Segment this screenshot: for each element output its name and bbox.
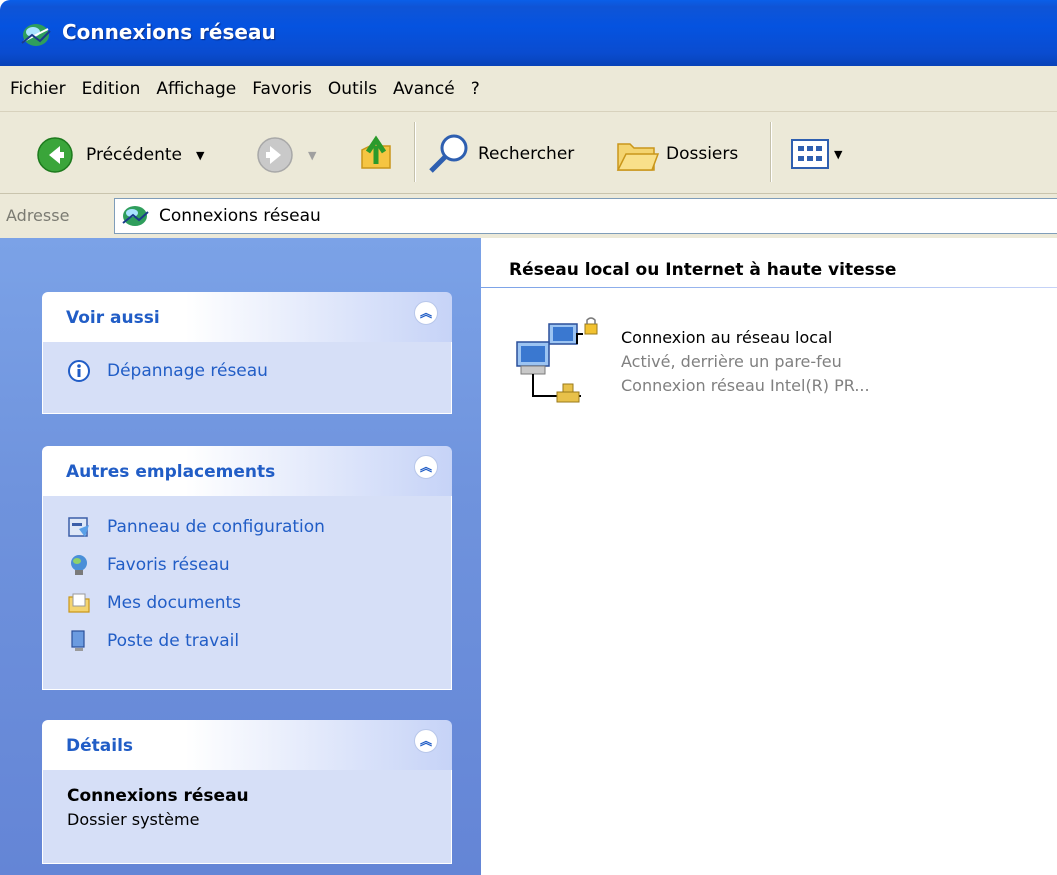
group-divider — [481, 287, 1057, 288]
see-also-header[interactable]: Voir aussi ︽ — [42, 292, 452, 342]
details-panel: Détails ︽ Connexions réseau Dossier syst… — [42, 720, 452, 864]
back-button[interactable]: Précédente ▼ — [36, 136, 204, 174]
group-header: Réseau local ou Internet à haute vitesse — [509, 260, 897, 280]
see-also-panel: Voir aussi ︽ Dépannage réseau — [42, 292, 452, 414]
link-label: Dépannage réseau — [107, 361, 268, 381]
link-my-computer[interactable]: Poste de travail — [43, 622, 451, 660]
forward-button[interactable]: ▼ — [256, 136, 316, 174]
toolbar-separator — [770, 122, 772, 182]
folders-button[interactable]: Dossiers — [614, 134, 738, 174]
address-label: Adresse — [6, 206, 70, 225]
menu-edition[interactable]: Edition — [74, 79, 149, 99]
folders-label: Dossiers — [666, 144, 739, 164]
connection-item[interactable]: Connexion au réseau local Activé, derriè… — [511, 316, 1011, 426]
main-content: Réseau local ou Internet à haute vitesse… — [481, 238, 1057, 875]
views-dropdown-icon[interactable]: ▼ — [834, 148, 842, 161]
search-label: Rechercher — [478, 144, 575, 164]
up-folder-icon — [361, 135, 391, 169]
menu-fichier[interactable]: Fichier — [0, 79, 74, 99]
link-my-documents[interactable]: Mes documents — [43, 584, 451, 622]
views-button[interactable]: ▼ — [790, 138, 842, 170]
window-title: Connexions réseau — [62, 20, 276, 44]
menu-favoris[interactable]: Favoris — [244, 79, 320, 99]
menu-affichage[interactable]: Affichage — [148, 79, 244, 99]
menu-avance[interactable]: Avancé — [385, 79, 463, 99]
my-documents-icon — [68, 593, 90, 613]
forward-dropdown-icon[interactable]: ▼ — [308, 149, 316, 162]
search-icon — [429, 134, 468, 173]
info-icon — [68, 360, 90, 382]
link-network-troubleshooter[interactable]: Dépannage réseau — [43, 352, 451, 390]
connection-status: Activé, derrière un pare-feu — [621, 352, 842, 371]
toolbar-separator — [414, 122, 416, 182]
menu-bar: Fichier Edition Affichage Favoris Outils… — [0, 66, 1057, 112]
collapse-icon[interactable]: ︽ — [414, 455, 438, 479]
back-dropdown-icon[interactable]: ▼ — [196, 149, 204, 162]
back-arrow-icon — [37, 137, 73, 173]
link-label: Favoris réseau — [107, 555, 230, 575]
back-label: Précédente — [86, 145, 182, 165]
link-label: Panneau de configuration — [107, 517, 325, 537]
control-panel-icon — [68, 517, 89, 537]
lan-connection-icon — [516, 317, 598, 403]
collapse-icon[interactable]: ︽ — [414, 301, 438, 325]
network-connections-icon — [21, 24, 51, 46]
address-value: Connexions réseau — [159, 206, 321, 226]
menu-help[interactable]: ? — [463, 79, 488, 99]
folders-icon — [616, 143, 660, 171]
details-type: Dossier système — [67, 810, 200, 829]
panel-title: Autres emplacements — [66, 462, 276, 482]
views-icon — [791, 139, 829, 169]
menu-outils[interactable]: Outils — [320, 79, 385, 99]
panel-title: Détails — [66, 736, 134, 756]
title-bar[interactable]: Connexions réseau — [0, 0, 1057, 66]
forward-arrow-icon — [257, 137, 293, 173]
details-name: Connexions réseau — [67, 786, 249, 806]
search-button[interactable]: Rechercher — [426, 132, 574, 176]
link-label: Mes documents — [107, 593, 242, 613]
network-connections-icon — [122, 206, 149, 226]
connection-device: Connexion réseau Intel(R) PR... — [621, 376, 870, 395]
connection-name: Connexion au réseau local — [621, 328, 833, 347]
link-control-panel[interactable]: Panneau de configuration — [43, 508, 451, 546]
up-folder-button[interactable] — [356, 134, 396, 174]
address-bar: Adresse Connexions réseau — [0, 194, 1057, 238]
other-places-header[interactable]: Autres emplacements ︽ — [42, 446, 452, 496]
other-places-panel: Autres emplacements ︽ Panneau de configu… — [42, 446, 452, 690]
collapse-icon[interactable]: ︽ — [414, 729, 438, 753]
link-network-places[interactable]: Favoris réseau — [43, 546, 451, 584]
link-label: Poste de travail — [107, 631, 240, 651]
toolbar: Précédente ▼ ▼ Rechercher Dossiers ▼ — [0, 112, 1057, 194]
details-header[interactable]: Détails ︽ — [42, 720, 452, 770]
panel-title: Voir aussi — [66, 308, 160, 328]
my-computer-icon — [71, 630, 85, 651]
network-places-icon — [71, 555, 87, 575]
task-pane: Voir aussi ︽ Dépannage réseau Autres emp… — [0, 238, 481, 875]
address-input[interactable]: Connexions réseau — [114, 198, 1057, 234]
